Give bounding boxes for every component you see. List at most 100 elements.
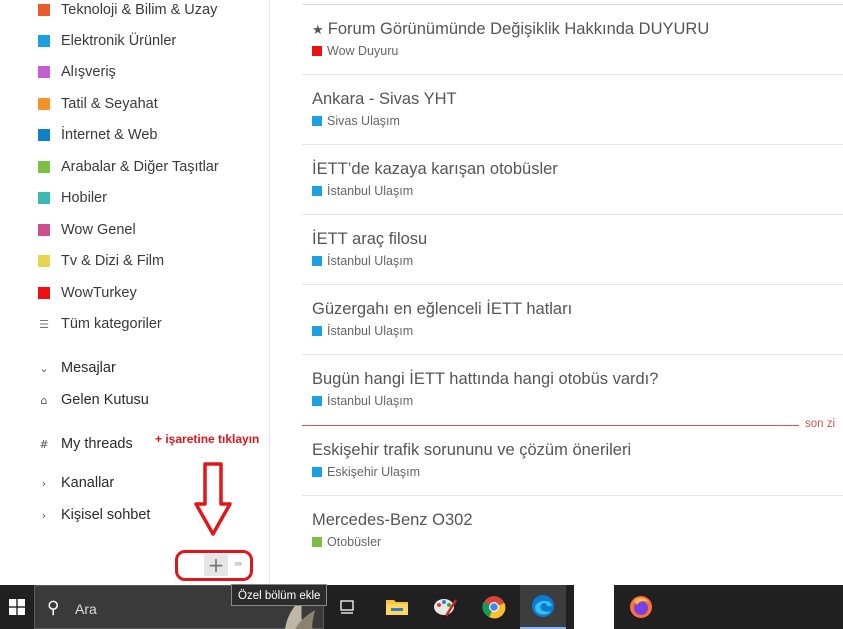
thread-title-link[interactable]: Güzergahı en eğlenceli İETT hatları	[312, 300, 572, 319]
category-item[interactable]: WowTurkey	[38, 283, 137, 303]
hash-icon: #	[39, 437, 49, 451]
tag-color-swatch	[312, 186, 322, 196]
tag-color-swatch	[312, 256, 322, 266]
tag-color-swatch	[312, 116, 322, 126]
category-item[interactable]: İnternet & Web	[38, 125, 157, 145]
taskbar: ⚲ Ara	[0, 585, 843, 629]
start-button[interactable]	[0, 585, 34, 629]
thread-title-link[interactable]: Eskişehir trafik sorununu ve çözüm öneri…	[312, 441, 631, 460]
tag-color-swatch	[312, 467, 322, 477]
tag-label: İstanbul Ulaşım	[327, 254, 414, 268]
task-view-button[interactable]	[324, 585, 370, 629]
edge-button[interactable]	[520, 585, 566, 629]
category-item[interactable]: Arabalar & Diğer Taşıtlar	[38, 157, 219, 177]
list-icon: ☰	[39, 317, 49, 331]
thread-row[interactable]: Güzergahı en eğlenceli İETT hatları İstan…	[302, 300, 843, 355]
thread-title-link[interactable]: Mercedes-Benz O302	[312, 511, 473, 530]
inbox-link[interactable]: ⌂ Gelen Kutusu	[38, 390, 149, 410]
firefox-button[interactable]	[618, 585, 664, 629]
tag-label: İstanbul Ulaşım	[327, 184, 414, 198]
paint-icon	[434, 599, 458, 617]
thread-category-tag[interactable]: İstanbul Ulaşım	[312, 184, 413, 198]
thread-title-text: İETT araç filosu	[312, 230, 428, 248]
thread-category-tag[interactable]: İstanbul Ulaşım	[312, 324, 413, 338]
keyboard-icon[interactable]: ⌨	[235, 558, 249, 572]
folder-icon	[386, 600, 408, 615]
category-color-swatch	[38, 192, 50, 204]
category-item[interactable]: Teknoloji & Bilim & Uzay	[38, 0, 217, 20]
thread-row[interactable]: İETT araç filosu İstanbul Ulaşım	[302, 230, 843, 285]
thread-row[interactable]: Bugün hangi İETT hattında hangi otobüs v…	[302, 370, 843, 419]
thread-title-link[interactable]: İETT’de kazaya karışan otobüsler	[312, 160, 558, 179]
all-categories-link[interactable]: ☰ Tüm kategoriler	[38, 314, 162, 334]
thread-category-tag[interactable]: İstanbul Ulaşım	[312, 394, 413, 408]
category-item[interactable]: Hobiler	[38, 188, 107, 208]
category-label: Arabalar & Diğer Taşıtlar	[61, 159, 219, 175]
category-item[interactable]: Wow Genel	[38, 220, 136, 240]
tag-label: Otobüsler	[327, 535, 382, 549]
pinned-icon: ★	[312, 23, 328, 38]
all-categories-label: Tüm kategoriler	[61, 316, 162, 332]
thread-title-text: Ankara - Sivas YHT	[312, 90, 457, 108]
paint-button[interactable]	[422, 585, 468, 629]
tag-color-swatch	[312, 396, 322, 406]
search-placeholder: Ara	[75, 601, 97, 617]
category-label: Elektronik Ürünler	[61, 33, 177, 49]
annotation-text: + işaretine tıklayın	[155, 432, 260, 446]
category-color-swatch	[38, 129, 50, 141]
thread-category-tag[interactable]: Otobüsler	[312, 535, 381, 549]
messages-section-toggle[interactable]: ⌄ Mesajlar	[38, 358, 116, 378]
add-custom-section-button[interactable]: +	[204, 554, 228, 576]
personal-chat-label: Kişisel sohbet	[61, 507, 151, 523]
thread-title-link[interactable]: İETT araç filosu	[312, 230, 427, 249]
category-label: Wow Genel	[61, 222, 136, 238]
messages-label: Mesajlar	[61, 360, 116, 376]
sidebar: Teknoloji & Bilim & Uzay Elektronik Ürünl…	[0, 0, 270, 585]
category-color-swatch	[38, 224, 50, 236]
channels-section-toggle[interactable]: › Kanallar	[38, 473, 114, 493]
firefox-icon	[630, 596, 652, 618]
thread-row[interactable]: İETT’de kazaya karışan otobüsler İstanbul…	[302, 160, 843, 215]
thread-title-text: Eskişehir trafik sorununu ve çözüm öneri…	[312, 441, 632, 459]
my-threads-link[interactable]: # My threads	[38, 434, 132, 454]
thread-category-tag[interactable]: Eskişehir Ulaşım	[312, 465, 420, 479]
tag-label: Wow Duyuru	[327, 44, 399, 58]
thread-row[interactable]: Ankara - Sivas YHT Sivas Ulaşım	[302, 90, 843, 145]
thread-title-link[interactable]: ★ Forum Görünümünde Değişiklik Hakkında …	[312, 20, 709, 39]
file-explorer-button[interactable]	[374, 585, 420, 629]
tag-label: Sivas Ulaşım	[327, 114, 400, 128]
thread-category-tag[interactable]: Sivas Ulaşım	[312, 114, 400, 128]
category-item[interactable]: Tatil & Seyahat	[38, 94, 158, 114]
thread-row[interactable]: ★ Forum Görünümünde Değişiklik Hakkında …	[302, 20, 843, 75]
category-label: Tatil & Seyahat	[61, 96, 158, 112]
category-label: WowTurkey	[61, 285, 137, 301]
thread-row[interactable]: Mercedes-Benz O302 Otobüsler	[302, 511, 843, 566]
category-label: Teknoloji & Bilim & Uzay	[61, 2, 218, 18]
thread-title-link[interactable]: Ankara - Sivas YHT	[312, 90, 457, 109]
tag-color-swatch	[312, 326, 322, 336]
personal-chat-section-toggle[interactable]: › Kişisel sohbet	[38, 505, 151, 525]
thread-title-text: Mercedes-Benz O302	[312, 511, 473, 529]
last-visit-divider	[302, 425, 799, 426]
category-label: Alışveriş	[61, 64, 116, 80]
top-border	[302, 4, 843, 5]
chrome-button[interactable]	[471, 585, 517, 629]
tag-label: Eskişehir Ulaşım	[327, 465, 421, 479]
task-view-icon	[340, 600, 354, 614]
thread-title-link[interactable]: Bugün hangi İETT hattında hangi otobüs v…	[312, 370, 658, 389]
category-color-swatch	[38, 4, 50, 16]
thread-category-tag[interactable]: Wow Duyuru	[312, 44, 398, 58]
blank-app-button[interactable]	[574, 585, 614, 629]
category-color-swatch	[38, 255, 50, 267]
category-item[interactable]: Elektronik Ürünler	[38, 31, 176, 51]
thread-category-tag[interactable]: İstanbul Ulaşım	[312, 254, 413, 268]
inbox-icon: ⌂	[40, 393, 48, 407]
category-item[interactable]: Tv & Dizi & Film	[38, 251, 164, 271]
thread-row[interactable]: Eskişehir trafik sorununu ve çözüm öneri…	[302, 441, 843, 496]
last-visit-label: son zi	[805, 418, 836, 430]
category-color-swatch	[38, 98, 50, 110]
category-item[interactable]: Alışveriş	[38, 62, 116, 82]
category-color-swatch	[38, 161, 50, 173]
tag-color-swatch	[312, 46, 322, 56]
chevron-right-icon: ›	[41, 476, 47, 490]
